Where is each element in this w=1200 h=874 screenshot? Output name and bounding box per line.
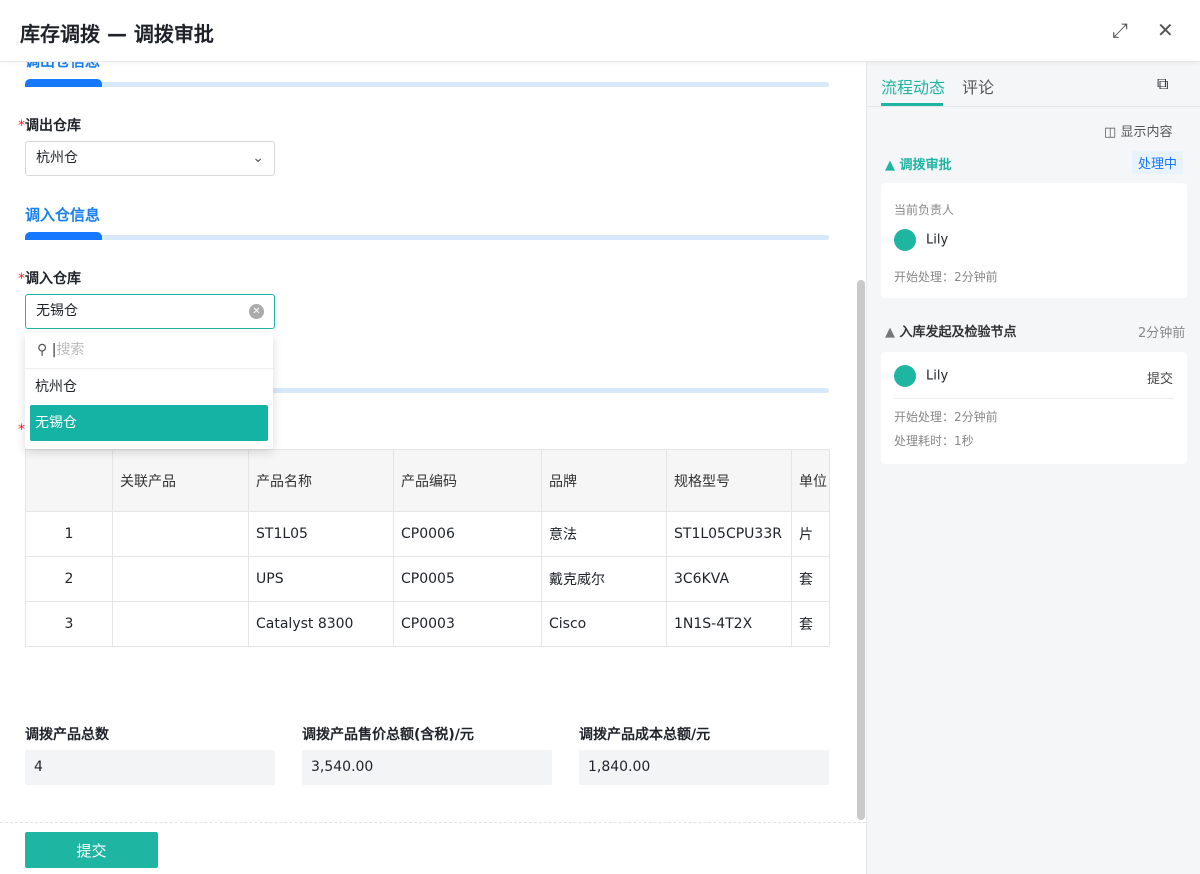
in-warehouse-select[interactable]: 无锡仓 ✕ bbox=[25, 294, 275, 329]
table-row[interactable]: 3 Catalyst 8300 CP0003 Cisco 1N1S-4T2X 套 bbox=[25, 601, 830, 647]
search-icon: ⚲ bbox=[37, 342, 48, 358]
node1-card: 当前负责人 Lily 开始处理：2分钟前 bbox=[881, 183, 1187, 298]
show-content-toggle[interactable]: ◫ 显示内容 bbox=[1104, 121, 1172, 140]
total-price-label: 调拨产品售价总额(含税)/元 bbox=[302, 727, 474, 743]
out-warehouse-label: *调出仓库 bbox=[18, 118, 81, 134]
clear-icon[interactable]: ✕ bbox=[249, 304, 264, 319]
section-divider bbox=[25, 232, 829, 240]
tab-comments[interactable]: 评论 bbox=[962, 74, 994, 98]
col-header: 产品编码 bbox=[393, 449, 542, 512]
footer: 提交 bbox=[0, 822, 866, 874]
dropdown-option-selected[interactable]: 无锡仓 bbox=[30, 405, 268, 441]
avatar bbox=[894, 229, 916, 251]
in-section-title: 调入仓信息 bbox=[25, 206, 101, 224]
required-mark: * bbox=[18, 422, 25, 438]
title-bar: 库存调拨 — 调拨审批 ⤢ ✕ bbox=[0, 0, 1200, 62]
dropdown-search-input[interactable]: ⚲ |搜索 bbox=[25, 333, 273, 369]
node2-title[interactable]: ▲ 入库发起及检验节点 bbox=[885, 321, 1017, 340]
scrollbar[interactable] bbox=[857, 280, 865, 820]
total-cost-field: 1,840.00 bbox=[579, 750, 829, 785]
section-divider bbox=[25, 79, 829, 87]
col-header: 单位 bbox=[791, 449, 830, 512]
duration: 处理耗时：1秒 bbox=[894, 434, 974, 448]
window-title: 库存调拨 — 调拨审批 bbox=[20, 22, 214, 46]
user: Lily bbox=[894, 365, 948, 387]
node2-card: Lily 提交 开始处理：2分钟前 处理耗时：1秒 bbox=[881, 352, 1187, 464]
close-icon[interactable]: ✕ bbox=[1157, 18, 1174, 42]
total-count-field: 4 bbox=[25, 750, 275, 785]
form-area: 调出仓信息 *调出仓库 杭州仓⌄ 调入仓信息 *调入仓库 无锡仓✕ ⚲ |搜索 … bbox=[0, 62, 866, 822]
divider bbox=[894, 398, 1174, 399]
out-warehouse-select[interactable]: 杭州仓 ⌄ bbox=[25, 141, 275, 176]
warehouse-dropdown: ⚲ |搜索 杭州仓 无锡仓 bbox=[25, 333, 273, 449]
node1-title[interactable]: ▲ 调拨审批 bbox=[885, 154, 952, 173]
action-label: 提交 bbox=[1147, 372, 1174, 387]
expand-icon[interactable]: ⤢ bbox=[1112, 18, 1128, 42]
total-cost-label: 调拨产品成本总额/元 bbox=[579, 727, 711, 743]
product-table: 关联产品 产品名称 产品编码 品牌 规格型号 单位 1 ST1L05 CP0006 意… bbox=[25, 449, 830, 647]
tab-process[interactable]: 流程动态 bbox=[881, 74, 945, 98]
status-badge: 处理中 bbox=[1132, 151, 1184, 174]
caret-up-icon: ▲ bbox=[885, 158, 895, 173]
col-header: 产品名称 bbox=[248, 449, 394, 512]
side-panel: 流程动态 评论 ⧉ ◫ 显示内容 ▲ 调拨审批 处理中 当前负责人 Lily 开… bbox=[866, 62, 1200, 874]
total-price-field: 3,540.00 bbox=[302, 750, 552, 785]
start-time: 开始处理：2分钟前 bbox=[894, 410, 998, 424]
chevron-down-icon: ⌄ bbox=[252, 150, 264, 166]
table-row[interactable]: 2 UPS CP0005 戴克威尔 3C6KVA 套 bbox=[25, 556, 830, 602]
node2-time: 2分钟前 bbox=[1138, 326, 1186, 341]
total-count-label: 调拨产品总数 bbox=[25, 727, 109, 743]
avatar bbox=[894, 365, 916, 387]
table-row[interactable]: 1 ST1L05 CP0006 意法 ST1L05CPU33R 片 bbox=[25, 511, 830, 557]
table-header: 关联产品 产品名称 产品编码 品牌 规格型号 单位 bbox=[25, 449, 830, 512]
submit-button[interactable]: 提交 bbox=[25, 832, 158, 868]
tab-divider bbox=[867, 106, 1200, 107]
flowchart-icon[interactable]: ⧉ bbox=[1157, 74, 1168, 94]
col-header: 关联产品 bbox=[112, 449, 249, 512]
out-section-title: 调出仓信息 bbox=[25, 62, 100, 71]
eye-icon: ◫ bbox=[1104, 125, 1117, 140]
dropdown-option[interactable]: 杭州仓 bbox=[30, 369, 268, 405]
col-header: 规格型号 bbox=[666, 449, 792, 512]
user: Lily bbox=[894, 229, 948, 251]
caret-up-icon: ▲ bbox=[885, 325, 895, 340]
col-header: 品牌 bbox=[541, 449, 667, 512]
owner-label: 当前负责人 bbox=[894, 203, 955, 217]
start-time: 开始处理：2分钟前 bbox=[894, 270, 998, 284]
in-warehouse-label: *调入仓库 bbox=[18, 271, 81, 287]
